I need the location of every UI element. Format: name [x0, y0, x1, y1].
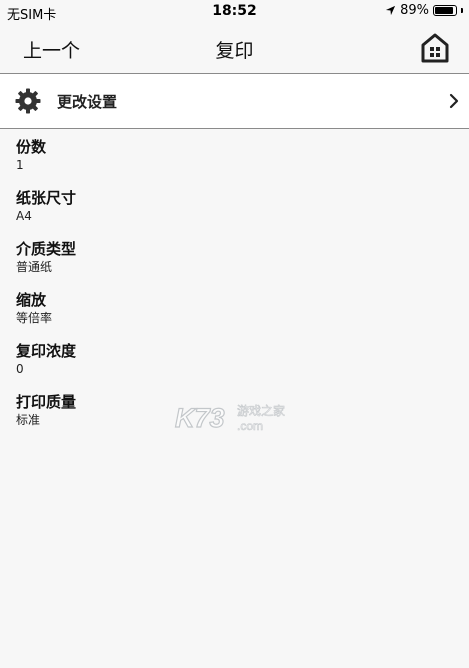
settings-list: 份数 1 纸张尺寸 A4 介质类型 普通纸 缩放 等倍率 复印浓度 0 打印质量… — [16, 138, 446, 444]
setting-title: 缩放 — [16, 291, 47, 309]
battery-icon — [433, 5, 457, 16]
watermark-brand: K73 — [175, 403, 225, 433]
battery-percent: 89% — [400, 3, 429, 18]
change-settings-label: 更改设置 — [57, 93, 118, 111]
watermark-logo: K73 游戏之家 .com — [174, 402, 285, 433]
status-right-group: 89% — [385, 3, 463, 18]
setting-media-type: 介质类型 普通纸 — [16, 240, 446, 291]
setting-title: 介质类型 — [16, 240, 77, 258]
setting-title: 份数 — [16, 138, 47, 156]
setting-paper-size: 纸张尺寸 A4 — [16, 189, 446, 240]
setting-value: A4 — [16, 209, 32, 223]
watermark-domain: .com — [237, 419, 263, 433]
nav-bar: 上一个 复印 — [0, 24, 469, 74]
setting-value: 0 — [16, 362, 24, 376]
setting-title: 复印浓度 — [16, 342, 77, 360]
setting-zoom: 缩放 等倍率 — [16, 291, 446, 342]
home-icon — [421, 33, 449, 63]
chevron-right-icon — [449, 93, 459, 109]
setting-value: 1 — [16, 158, 24, 172]
battery-cap — [461, 8, 463, 13]
back-button[interactable]: 上一个 — [23, 36, 80, 63]
watermark-tagline: 游戏之家 — [237, 403, 285, 418]
status-bar: 无SIM卡 18:52 89% — [0, 0, 469, 24]
setting-copies: 份数 1 — [16, 138, 446, 189]
setting-value: 等倍率 — [16, 311, 53, 325]
location-arrow-icon — [386, 5, 396, 16]
battery-fill — [435, 7, 453, 14]
change-settings-row[interactable]: 更改设置 — [0, 74, 469, 129]
home-button[interactable] — [421, 33, 449, 63]
setting-value: 普通纸 — [16, 260, 53, 274]
setting-copy-density: 复印浓度 0 — [16, 342, 446, 393]
setting-title: 纸张尺寸 — [16, 189, 77, 207]
gear-icon — [15, 88, 41, 114]
